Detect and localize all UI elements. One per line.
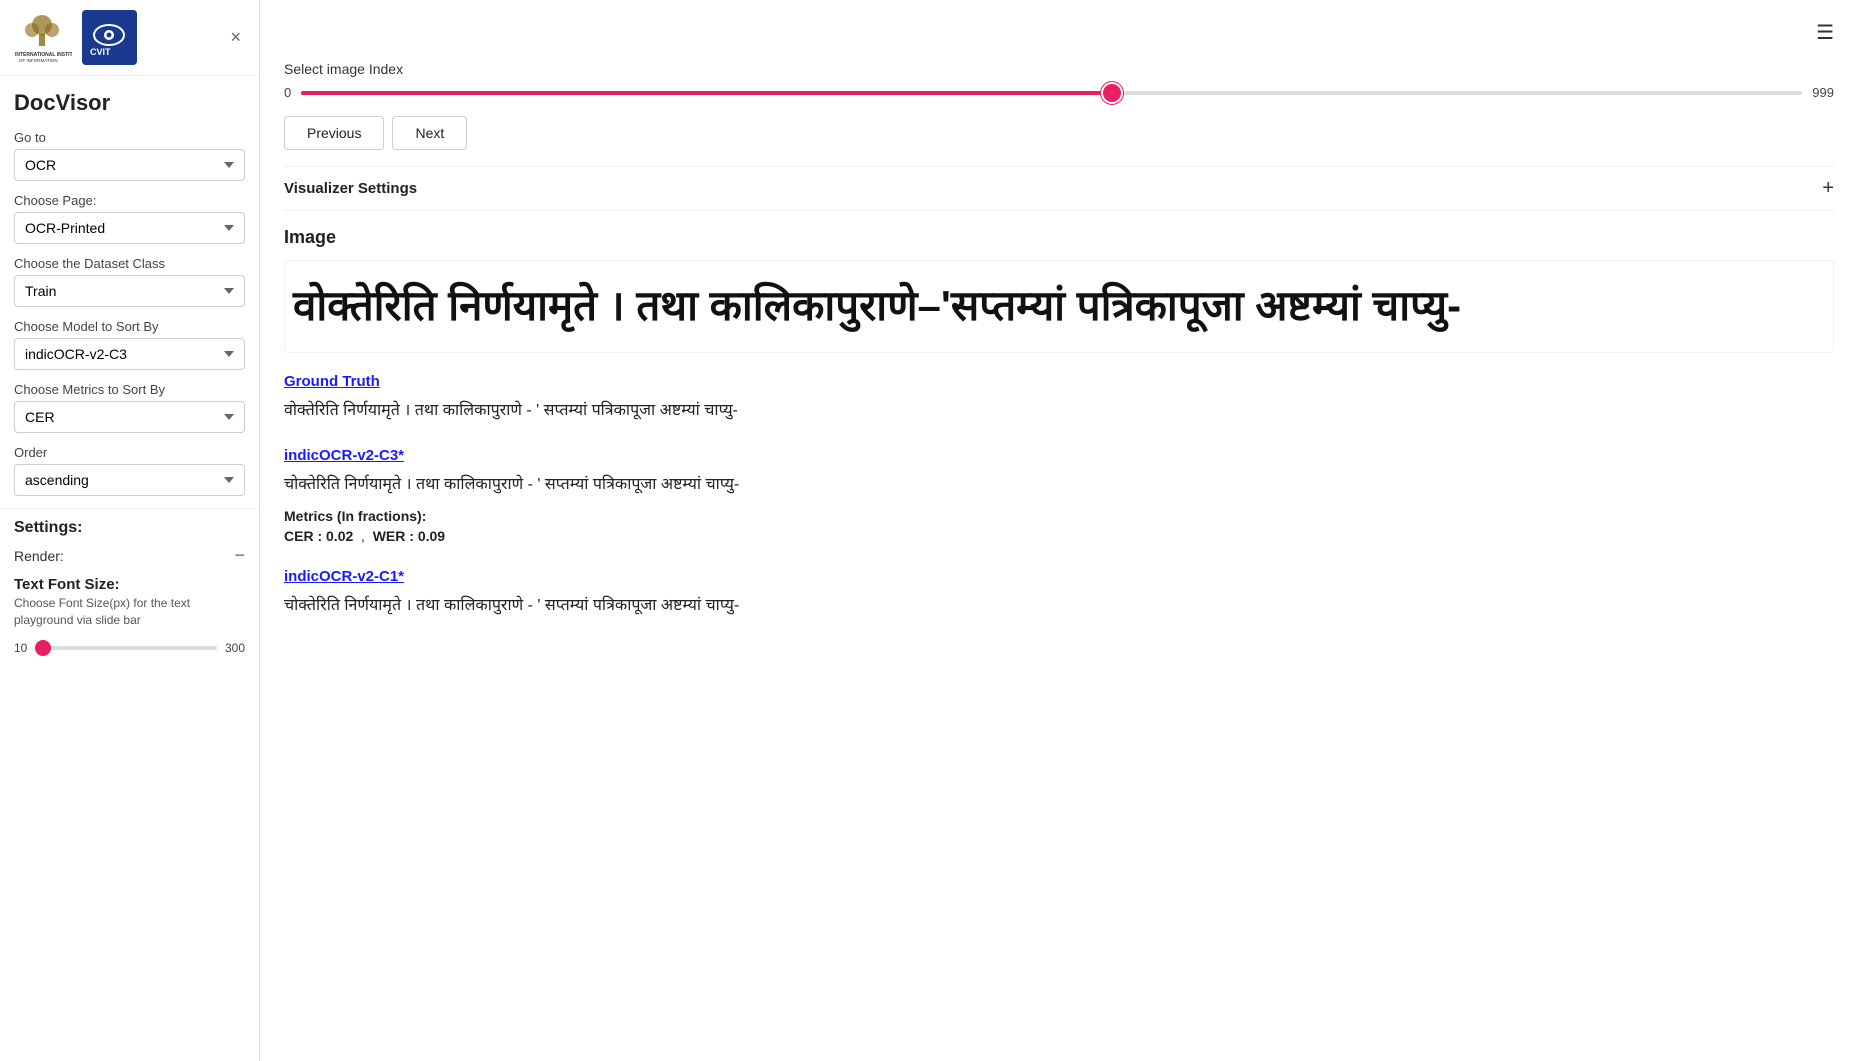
svg-text:CVIT: CVIT (90, 47, 111, 57)
settings-label: Settings: (0, 508, 259, 541)
close-button[interactable]: × (224, 25, 247, 50)
dataset-select[interactable]: Train Test Validation (14, 275, 245, 307)
ocr-result-label-0: indicOCR-v2-C3* (284, 447, 404, 464)
slider-label: Select image Index (284, 61, 1834, 77)
image-section-title: Image (284, 227, 1834, 248)
ocr-result-text-1: चोक्तेरिति निर्णयामृते । तथा कालिकापुराण… (284, 593, 1834, 619)
cer-value-0: 0.02 (326, 528, 353, 544)
font-size-desc: Choose Font Size(px) for the text playgr… (0, 595, 259, 637)
font-slider-row: 10 300 (0, 637, 259, 663)
page-section: Choose Page: OCR-Printed OCR-Handwritten (0, 187, 259, 250)
render-dash-button[interactable]: − (234, 545, 245, 566)
dataset-label: Choose the Dataset Class (14, 256, 245, 271)
iiit-logo: INTERNATIONAL INSTITUTE OF INFORMATION (12, 10, 72, 65)
model-section: Choose Model to Sort By indicOCR-v2-C3 i… (0, 313, 259, 376)
goto-label: Go to (14, 130, 245, 145)
ground-truth-block: Ground Truth वोक्तेरिति निर्णयामृते । तथ… (284, 373, 1834, 424)
model-label: Choose Model to Sort By (14, 319, 245, 334)
sidebar-header: INTERNATIONAL INSTITUTE OF INFORMATION C… (0, 0, 259, 76)
dataset-section: Choose the Dataset Class Train Test Vali… (0, 250, 259, 313)
image-display: वोक्तेरिति निर्णयामृते । तथा कालिकापुराण… (284, 260, 1834, 353)
font-size-label: Text Font Size: (0, 570, 259, 595)
ground-truth-text: वोक्तेरिति निर्णयामृते । तथा कालिकापुराण… (284, 398, 1834, 424)
order-section: Order ascending descending (0, 439, 259, 502)
image-index-section: Select image Index 0 999 (284, 61, 1834, 100)
wer-value-0: 0.09 (418, 528, 445, 544)
image-devanagari-text: वोक्तेरिति निर्णयामृते । तथा कालिकापुराण… (293, 277, 1825, 336)
metrics-sort-label: Choose Metrics to Sort By (14, 382, 245, 397)
image-index-slider[interactable] (301, 91, 1802, 95)
metrics-values-0: CER : 0.02 , WER : 0.09 (284, 528, 1834, 544)
sidebar-title: DocVisor (0, 76, 259, 124)
logo-container: INTERNATIONAL INSTITUTE OF INFORMATION C… (12, 10, 137, 65)
page-select[interactable]: OCR-Printed OCR-Handwritten (14, 212, 245, 244)
nav-buttons: Previous Next (284, 116, 1834, 150)
visualizer-settings-label: Visualizer Settings (284, 180, 417, 197)
ocr-result-text-0: चोक्तेरिति निर्णयामृते । तथा कालिकापुराण… (284, 472, 1834, 498)
cer-label-0: CER : (284, 528, 322, 544)
previous-button[interactable]: Previous (284, 116, 384, 150)
metrics-section: Choose Metrics to Sort By CER WER (0, 376, 259, 439)
ground-truth-label: Ground Truth (284, 373, 380, 390)
visualizer-settings-expand-button[interactable]: + (1822, 177, 1834, 200)
slider-max-value: 999 (1812, 85, 1834, 100)
cvit-logo: CVIT (82, 10, 137, 65)
sidebar: INTERNATIONAL INSTITUTE OF INFORMATION C… (0, 0, 260, 1061)
main-content: ☰ Select image Index 0 999 Previous Next… (260, 0, 1858, 1061)
menu-icon[interactable]: ☰ (1816, 20, 1834, 45)
goto-section: Go to OCR Detection Recognition (0, 124, 259, 187)
font-slider-min: 10 (14, 641, 27, 655)
render-label: Render: (14, 548, 64, 564)
main-header-bar: ☰ (284, 20, 1834, 45)
svg-text:OF INFORMATION: OF INFORMATION (19, 58, 58, 63)
font-size-slider[interactable] (35, 646, 217, 650)
slider-min-value: 0 (284, 85, 291, 100)
wer-label-0: WER : (373, 528, 414, 544)
metrics-select[interactable]: CER WER (14, 401, 245, 433)
font-slider-max: 300 (225, 641, 245, 655)
ocr-result-1: indicOCR-v2-C1* चोक्तेरिति निर्णयामृते ।… (284, 568, 1834, 619)
ocr-result-0: indicOCR-v2-C3* चोक्तेरिति निर्णयामृते ।… (284, 447, 1834, 544)
slider-row: 0 999 (284, 85, 1834, 100)
visualizer-settings-bar: Visualizer Settings + (284, 166, 1834, 211)
ocr-result-label-1: indicOCR-v2-C1* (284, 568, 404, 585)
goto-select[interactable]: OCR Detection Recognition (14, 149, 245, 181)
metrics-label-0: Metrics (In fractions): (284, 508, 1834, 524)
next-button[interactable]: Next (392, 116, 467, 150)
order-select[interactable]: ascending descending (14, 464, 245, 496)
order-label: Order (14, 445, 245, 460)
page-label: Choose Page: (14, 193, 245, 208)
render-row: Render: − (0, 541, 259, 570)
model-select[interactable]: indicOCR-v2-C3 indicOCR-v2-C1 indicOCR-v… (14, 338, 245, 370)
